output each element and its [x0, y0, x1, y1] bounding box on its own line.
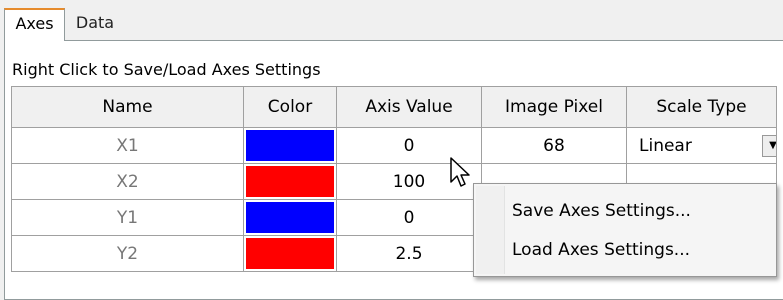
tab-strip: Axes Data — [0, 0, 783, 41]
axis-value-cell[interactable]: 2.5 — [336, 235, 482, 272]
grid-header-row: Name Color Axis Value Image Pixel Scale … — [11, 86, 777, 128]
mouse-pointer-icon — [450, 157, 470, 187]
image-pixel-cell[interactable]: 68 — [481, 127, 627, 164]
color-swatch[interactable] — [246, 238, 334, 269]
column-header-scale-type[interactable]: Scale Type — [626, 86, 777, 128]
color-swatch[interactable] — [246, 202, 334, 233]
column-header-axis-value[interactable]: Axis Value — [336, 86, 482, 128]
column-header-color[interactable]: Color — [243, 86, 337, 128]
tab-axes[interactable]: Axes — [4, 8, 65, 41]
color-cell[interactable] — [243, 163, 337, 200]
color-cell[interactable] — [243, 235, 337, 272]
column-header-image-pixel[interactable]: Image Pixel — [481, 86, 627, 128]
tab-data[interactable]: Data — [66, 9, 124, 40]
name-cell: Y1 — [11, 199, 244, 236]
scale-type-cell[interactable]: Linear ▼ — [626, 127, 777, 164]
axis-value-cell[interactable]: 0 — [336, 199, 482, 236]
name-cell: Y2 — [11, 235, 244, 272]
color-cell[interactable] — [243, 127, 337, 164]
menu-item-save-axes-settings[interactable]: Save Axes Settings... — [512, 201, 691, 221]
name-cell: X1 — [11, 127, 244, 164]
context-menu-icon-gutter — [476, 186, 505, 274]
menu-item-load-axes-settings[interactable]: Load Axes Settings... — [512, 240, 690, 260]
name-cell: X2 — [11, 163, 244, 200]
color-cell[interactable] — [243, 199, 337, 236]
scale-type-value: Linear — [639, 135, 692, 156]
table-row[interactable]: X1 0 68 Linear ▼ — [11, 127, 777, 164]
color-swatch[interactable] — [246, 166, 334, 197]
instruction-label: Right Click to Save/Load Axes Settings — [12, 60, 321, 79]
context-menu: Save Axes Settings... Load Axes Settings… — [473, 183, 777, 277]
color-swatch[interactable] — [246, 130, 334, 161]
chevron-down-icon[interactable]: ▼ — [762, 135, 776, 157]
column-header-name[interactable]: Name — [11, 86, 244, 128]
